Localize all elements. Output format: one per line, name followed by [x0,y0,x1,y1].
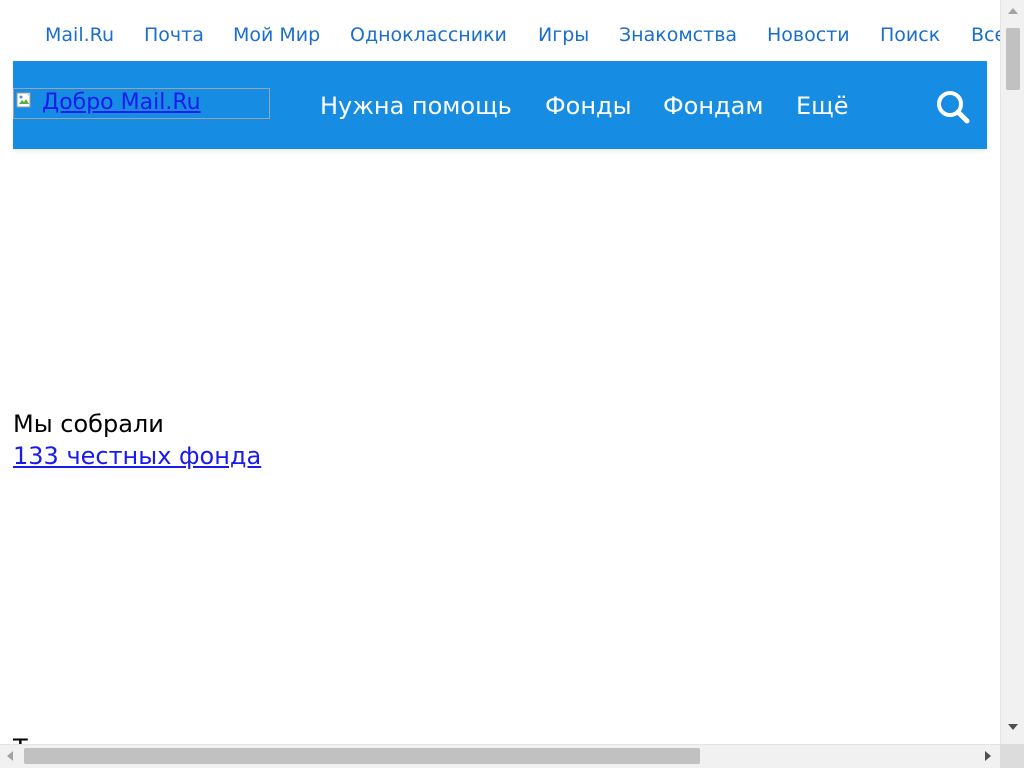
vertical-scrollbar[interactable] [1000,0,1024,744]
scrollbar-corner [1000,744,1024,768]
horizontal-scrollbar[interactable] [0,744,1000,768]
nav-item-for-funds[interactable]: Фондам [663,92,763,120]
honest-funds-link[interactable]: 133 честных фонда [13,442,261,470]
collected-label: Мы собрали [13,410,164,438]
portal-link-poisk[interactable]: Поиск [880,24,940,46]
search-icon[interactable] [933,87,973,127]
site-header: Добро Mail.Ru Нужна помощь Фонды Фондам … [13,61,987,149]
scroll-left-arrow-icon[interactable] [7,751,13,761]
portal-link-moy-mir[interactable]: Мой Мир [233,24,320,46]
vertical-scroll-thumb[interactable] [1006,28,1020,90]
portal-link-pochta[interactable]: Почта [144,24,204,46]
portal-link-vse[interactable]: Все [971,24,1000,46]
logo-link[interactable]: Добро Mail.Ru [13,88,270,119]
nav-item-more[interactable]: Ещё [796,92,849,120]
scroll-right-arrow-icon[interactable] [985,751,991,761]
portal-link-novosti[interactable]: Новости [767,24,850,46]
page-viewport: Mail.Ru Почта Мой Мир Одноклассники Игры… [0,0,1000,744]
horizontal-scroll-thumb[interactable] [24,748,700,764]
scroll-up-arrow-icon[interactable] [1008,8,1018,14]
portal-link-odnoklassniki[interactable]: Одноклассники [350,24,507,46]
broken-image-icon [16,92,31,108]
portal-link-znakomstva[interactable]: Знакомства [619,24,737,46]
cut-off-text: Т [13,734,28,744]
portal-link-mailru[interactable]: Mail.Ru [45,24,114,46]
nav-item-need-help[interactable]: Нужна помощь [320,92,512,120]
portal-nav: Mail.Ru Почта Мой Мир Одноклассники Игры… [0,18,1000,54]
scroll-down-arrow-icon[interactable] [1008,724,1018,730]
nav-item-funds[interactable]: Фонды [545,92,632,120]
logo-alt-text: Добро Mail.Ru [42,90,201,115]
portal-link-igry[interactable]: Игры [538,24,589,46]
